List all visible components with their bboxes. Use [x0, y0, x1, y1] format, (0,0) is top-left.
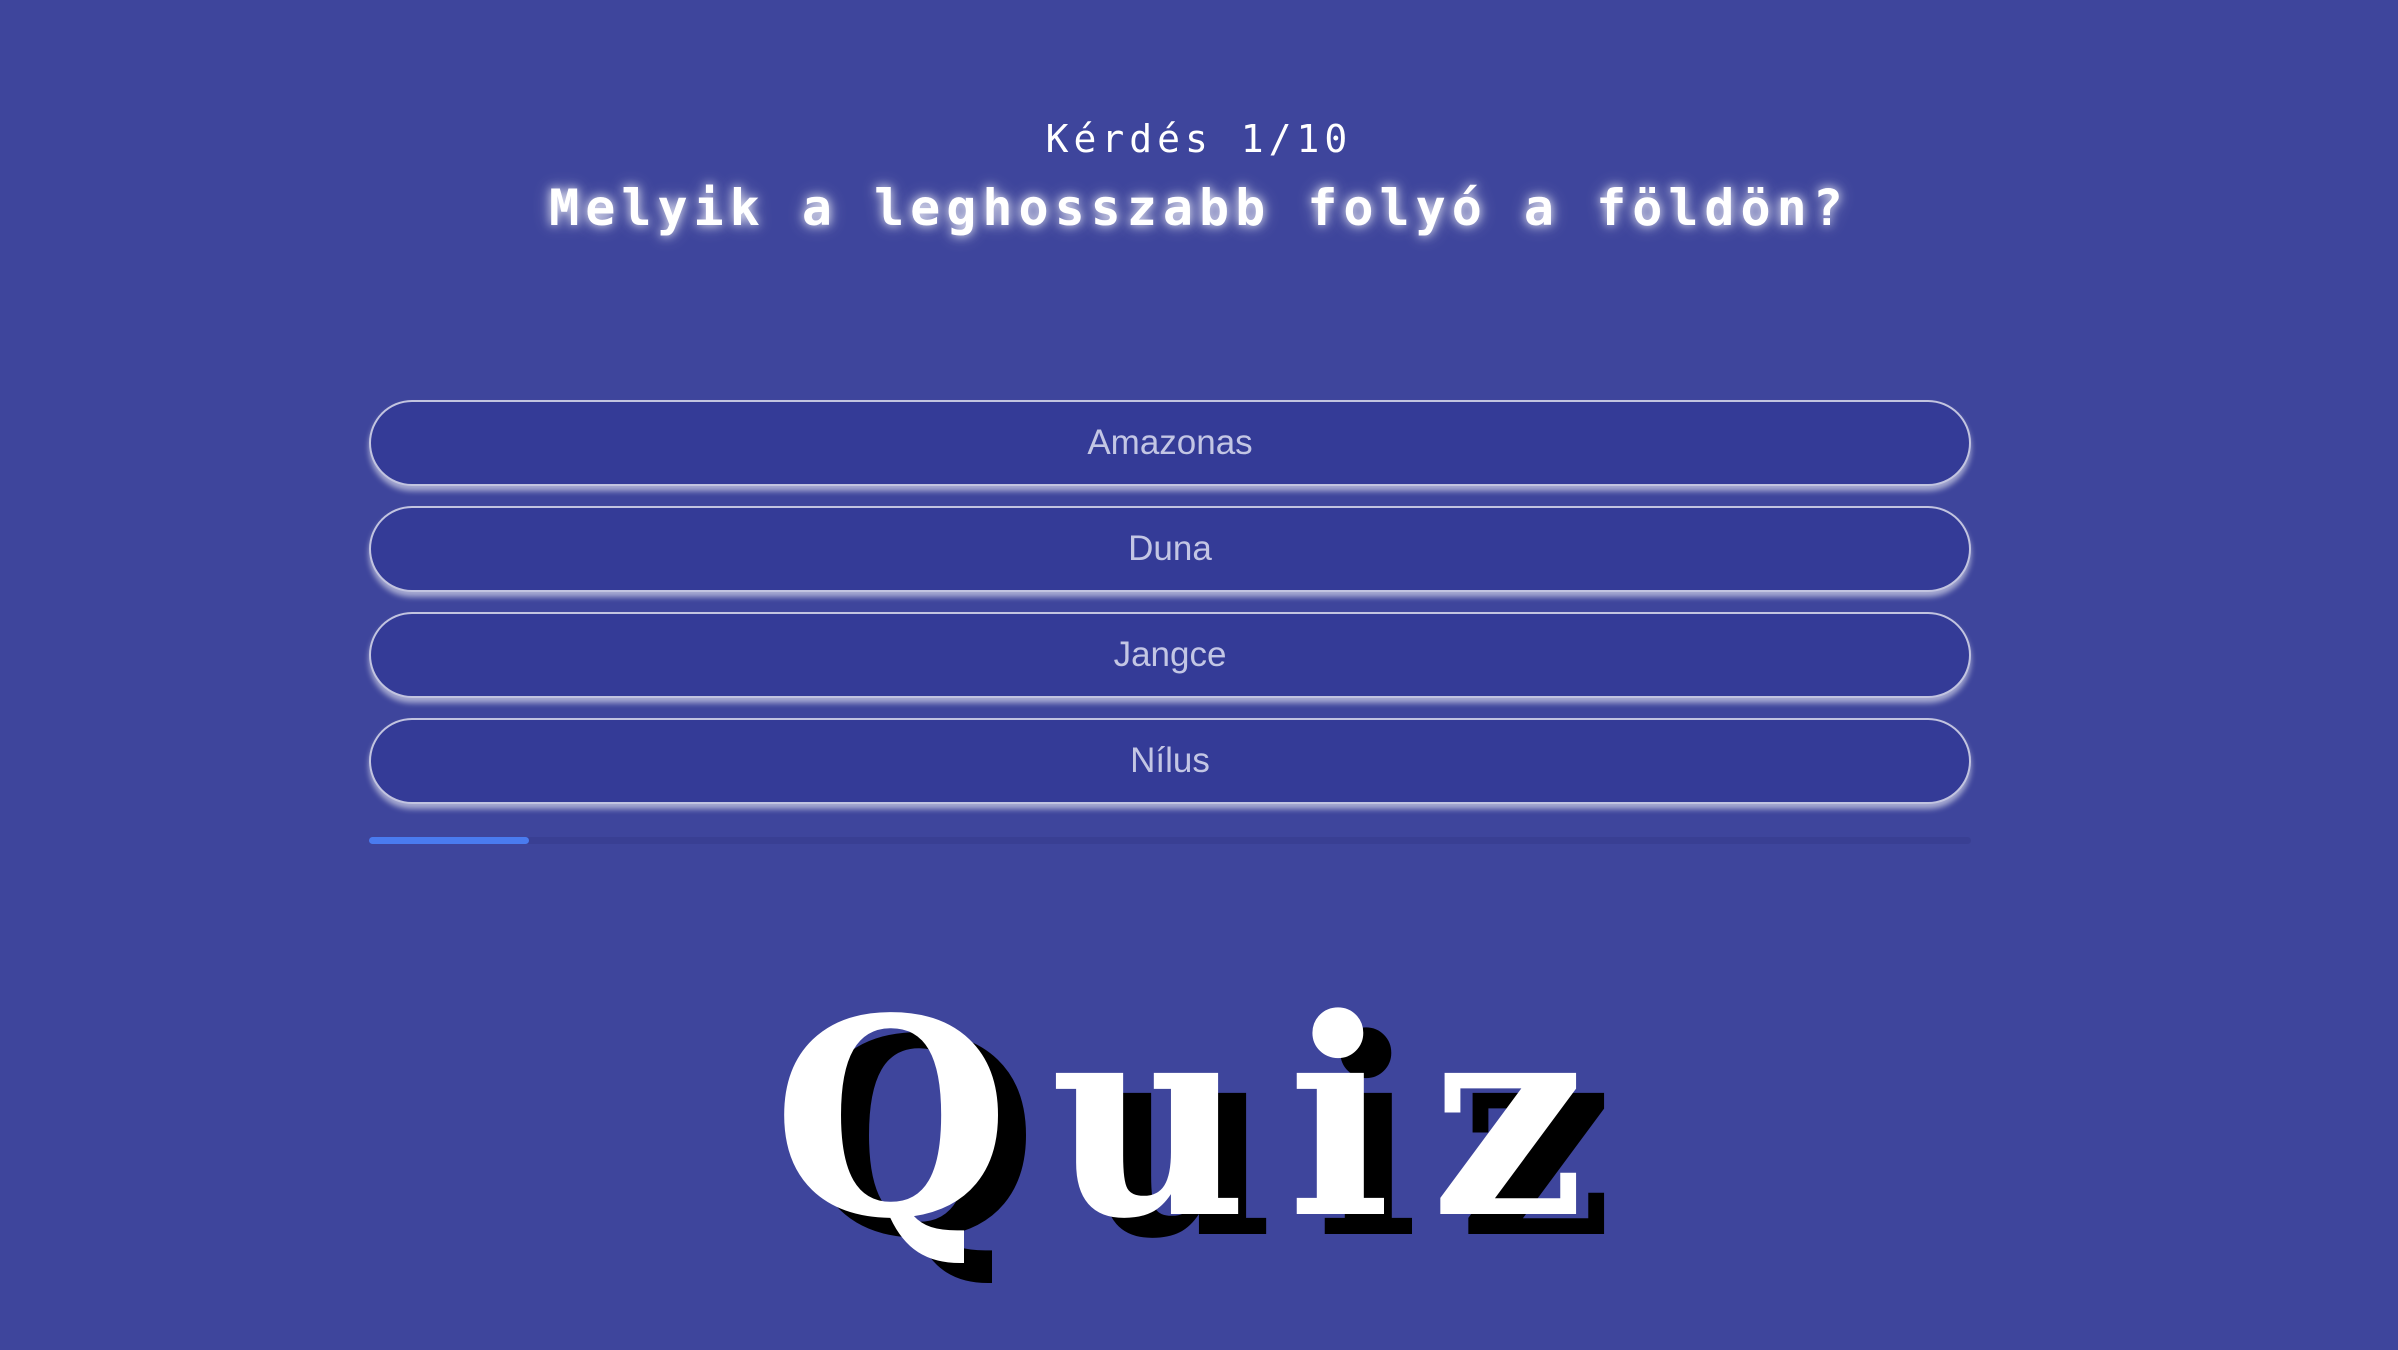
- answer-button-jangce[interactable]: Jangce: [369, 612, 1971, 698]
- progress-bar: [369, 837, 1971, 844]
- answer-button-amazonas[interactable]: Amazonas: [369, 400, 1971, 486]
- answer-button-duna[interactable]: Duna: [369, 506, 1971, 592]
- answer-label: Jangce: [1113, 635, 1227, 674]
- quiz-logo: Quiz: [772, 960, 1626, 1279]
- question-counter: Kérdés 1/10: [1045, 117, 1353, 161]
- answer-label: Amazonas: [1087, 423, 1253, 462]
- progress-bar-fill: [369, 837, 530, 844]
- answer-label: Nílus: [1130, 741, 1210, 780]
- answer-button-nilus[interactable]: Nílus: [369, 718, 1971, 804]
- answer-label: Duna: [1128, 529, 1212, 568]
- answer-list: Amazonas Duna Jangce Nílus: [369, 400, 1971, 824]
- question-text: Melyik a leghosszabb folyó a földön?: [549, 179, 1849, 237]
